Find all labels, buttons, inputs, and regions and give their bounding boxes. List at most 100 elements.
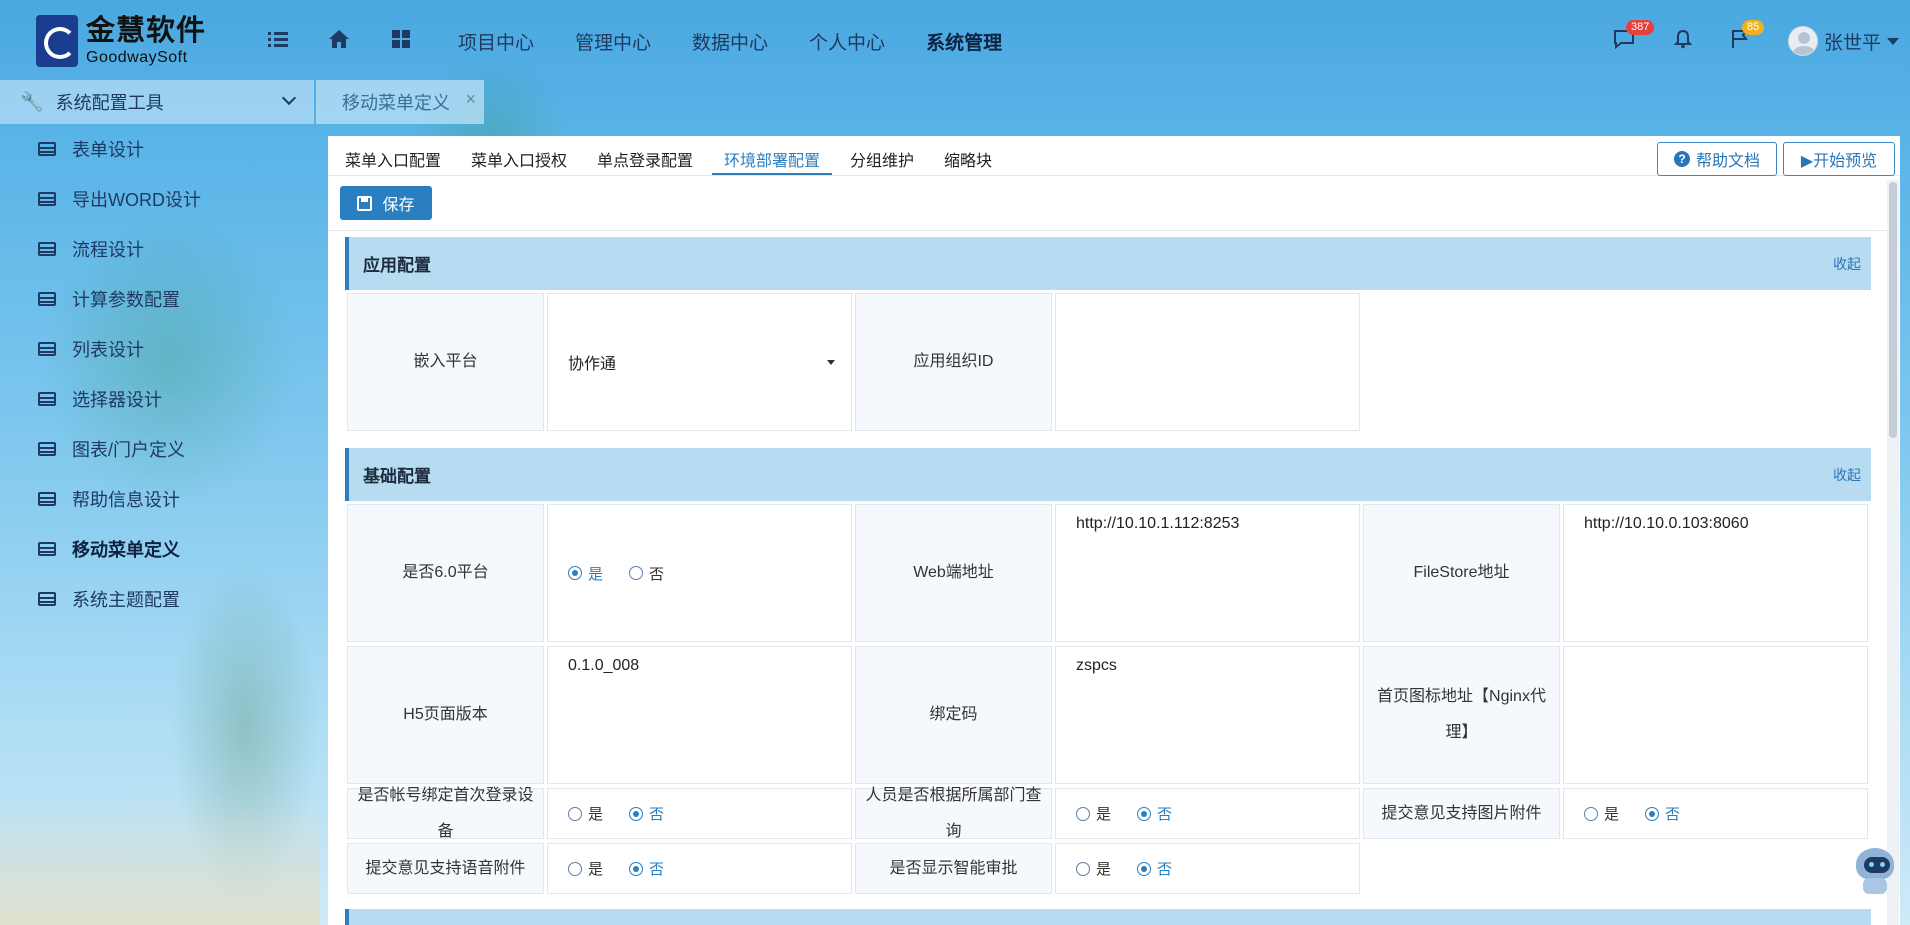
question-icon: ? [1673, 151, 1690, 167]
vertical-scrollbar[interactable] [1887, 180, 1899, 925]
radio-checked-icon [1137, 861, 1152, 876]
help-doc-button[interactable]: ? 帮助文档 [1657, 142, 1777, 176]
company-logo[interactable]: 金慧软件 GoodwaySoft [36, 15, 206, 67]
tab-menu-entry-auth[interactable]: 菜单入口授权 [471, 147, 567, 171]
embed-platform-select[interactable]: 协作通 [547, 293, 852, 431]
tab-thumbnail-block[interactable]: 缩略块 [944, 147, 992, 171]
is-v6-yes-radio[interactable]: 是 [568, 563, 603, 584]
filestore-address-label: FileStore地址 [1363, 504, 1560, 642]
bell-icon[interactable] [1671, 28, 1695, 52]
bind-code-label: 绑定码 [855, 646, 1052, 784]
table-icon [38, 342, 56, 356]
home-icon[interactable] [327, 28, 351, 52]
device-bind-label: 是否帐号绑定首次登录设备 [347, 787, 544, 840]
radio-unchecked-icon [1076, 806, 1090, 821]
chevron-down-icon [1887, 37, 1900, 45]
sidebar-item-export-word-design[interactable]: 导出WORD设计 [0, 174, 314, 224]
is-v6-platform-label: 是否6.0平台 [347, 504, 544, 642]
tab-menu-entry-config[interactable]: 菜单入口配置 [345, 147, 441, 171]
sidebar-item-theme-config[interactable]: 系统主题配置 [0, 574, 314, 624]
radio-unchecked-icon [568, 861, 582, 876]
h5-version-field[interactable]: 0.1.0_008 [547, 646, 852, 784]
dept-query-no-radio[interactable]: 否 [1137, 803, 1172, 824]
sidebar-item-workflow-design[interactable]: 流程设计 [0, 224, 314, 274]
tab-mobile-menu-definition[interactable]: 移动菜单定义 × [316, 80, 484, 124]
sidebar-item-list-design[interactable]: 列表设计 [0, 324, 314, 374]
sub-tabs: 菜单入口配置 菜单入口授权 单点登录配置 环境部署配置 分组维护 缩略块 ? 帮… [328, 136, 1900, 176]
sidebar-item-help-info-design[interactable]: 帮助信息设计 [0, 474, 314, 524]
sidebar: 🔧 系统配置工具 表单设计 导出WORD设计 流程设计 计算参数配置 列表设计 … [0, 80, 314, 925]
table-icon [38, 242, 56, 256]
home-icon-address-field[interactable] [1563, 646, 1868, 784]
voice-attachment-no-radio[interactable]: 否 [629, 858, 664, 879]
table-icon [38, 192, 56, 206]
bind-code-field[interactable]: zspcs [1055, 646, 1360, 784]
robot-assistant-icon[interactable] [1854, 848, 1896, 896]
image-attachment-no-radio[interactable]: 否 [1645, 803, 1680, 824]
caret-down-icon [827, 360, 835, 365]
web-address-field[interactable]: http://10.10.1.112:8253 [1055, 504, 1360, 642]
logo-english-name: GoodwaySoft [86, 48, 188, 66]
nav-data-center[interactable]: 数据中心 [692, 28, 768, 55]
tab-sso-config[interactable]: 单点登录配置 [597, 147, 693, 171]
home-icon-address-label: 首页图标地址【Nginx代理】 [1363, 646, 1560, 784]
close-icon[interactable]: × [465, 89, 476, 110]
radio-unchecked-icon [629, 566, 644, 580]
smart-audit-radio-group: 是 否 [1055, 843, 1360, 894]
user-name: 张世平 [1824, 32, 1882, 54]
collapse-link[interactable]: 收起 [1833, 254, 1861, 274]
tab-env-deploy-config[interactable]: 环境部署配置 [724, 147, 820, 171]
table-icon [38, 442, 56, 456]
logo-mark-icon [36, 15, 78, 67]
nav-personal-center[interactable]: 个人中心 [809, 28, 885, 55]
flag-badge: 85 [1742, 20, 1765, 35]
image-attachment-yes-radio[interactable]: 是 [1584, 803, 1619, 824]
nav-project-center[interactable]: 项目中心 [458, 28, 534, 55]
divider [328, 230, 1888, 231]
sidebar-item-form-design[interactable]: 表单设计 [0, 124, 314, 174]
save-button[interactable]: 保存 [340, 186, 432, 220]
flag-icon[interactable]: 85 [1728, 20, 1765, 52]
collapse-link[interactable]: 收起 [1833, 465, 1861, 485]
device-bind-no-radio[interactable]: 否 [629, 803, 664, 824]
org-id-label: 应用组织ID [855, 293, 1052, 431]
device-bind-yes-radio[interactable]: 是 [568, 803, 603, 824]
section-title: 应用配置 [363, 256, 431, 275]
is-v6-platform-radio-group: 是 否 [547, 504, 852, 642]
tab-label: 移动菜单定义 [342, 93, 450, 113]
nav-system-management[interactable]: 系统管理 [926, 28, 1002, 55]
list-icon[interactable] [266, 28, 290, 52]
embed-platform-label: 嵌入平台 [347, 293, 544, 431]
apps-grid-icon[interactable] [389, 28, 413, 52]
smart-audit-label: 是否显示智能审批 [855, 843, 1052, 894]
sidebar-item-chart-portal[interactable]: 图表/门户定义 [0, 424, 314, 474]
h5-version-label: H5页面版本 [347, 646, 544, 784]
nav-management-center[interactable]: 管理中心 [575, 28, 651, 55]
section-next-collapsed [345, 909, 1871, 925]
radio-unchecked-icon [1584, 806, 1598, 821]
sidebar-item-mobile-menu[interactable]: 移动菜单定义 [0, 524, 314, 574]
image-attachment-label: 提交意见支持图片附件 [1363, 788, 1560, 839]
voice-attachment-radio-group: 是 否 [547, 843, 852, 894]
sidebar-item-calc-params[interactable]: 计算参数配置 [0, 274, 314, 324]
radio-checked-icon [1645, 806, 1660, 821]
org-id-field[interactable] [1055, 293, 1360, 431]
is-v6-no-radio[interactable]: 否 [629, 563, 664, 584]
sidebar-group-system-config-tools[interactable]: 🔧 系统配置工具 [0, 80, 314, 124]
image-attachment-radio-group: 是 否 [1563, 788, 1868, 839]
scrollbar-thumb[interactable] [1889, 182, 1897, 438]
smart-audit-yes-radio[interactable]: 是 [1076, 858, 1111, 879]
sidebar-item-selector-design[interactable]: 选择器设计 [0, 374, 314, 424]
sidebar-group-label: 系统配置工具 [55, 93, 164, 113]
voice-attachment-yes-radio[interactable]: 是 [568, 858, 603, 879]
messages-icon[interactable]: 387 [1612, 20, 1655, 52]
start-preview-button[interactable]: ▶开始预览 [1783, 142, 1895, 176]
avatar [1788, 26, 1818, 56]
user-menu[interactable]: 张世平 [1788, 26, 1900, 56]
tab-group-maintenance[interactable]: 分组维护 [850, 147, 914, 171]
active-tab-underline [712, 173, 832, 175]
smart-audit-no-radio[interactable]: 否 [1137, 858, 1172, 879]
wrench-icon: 🔧 [20, 92, 44, 113]
filestore-address-field[interactable]: http://10.10.0.103:8060 [1563, 504, 1868, 642]
dept-query-yes-radio[interactable]: 是 [1076, 803, 1111, 824]
